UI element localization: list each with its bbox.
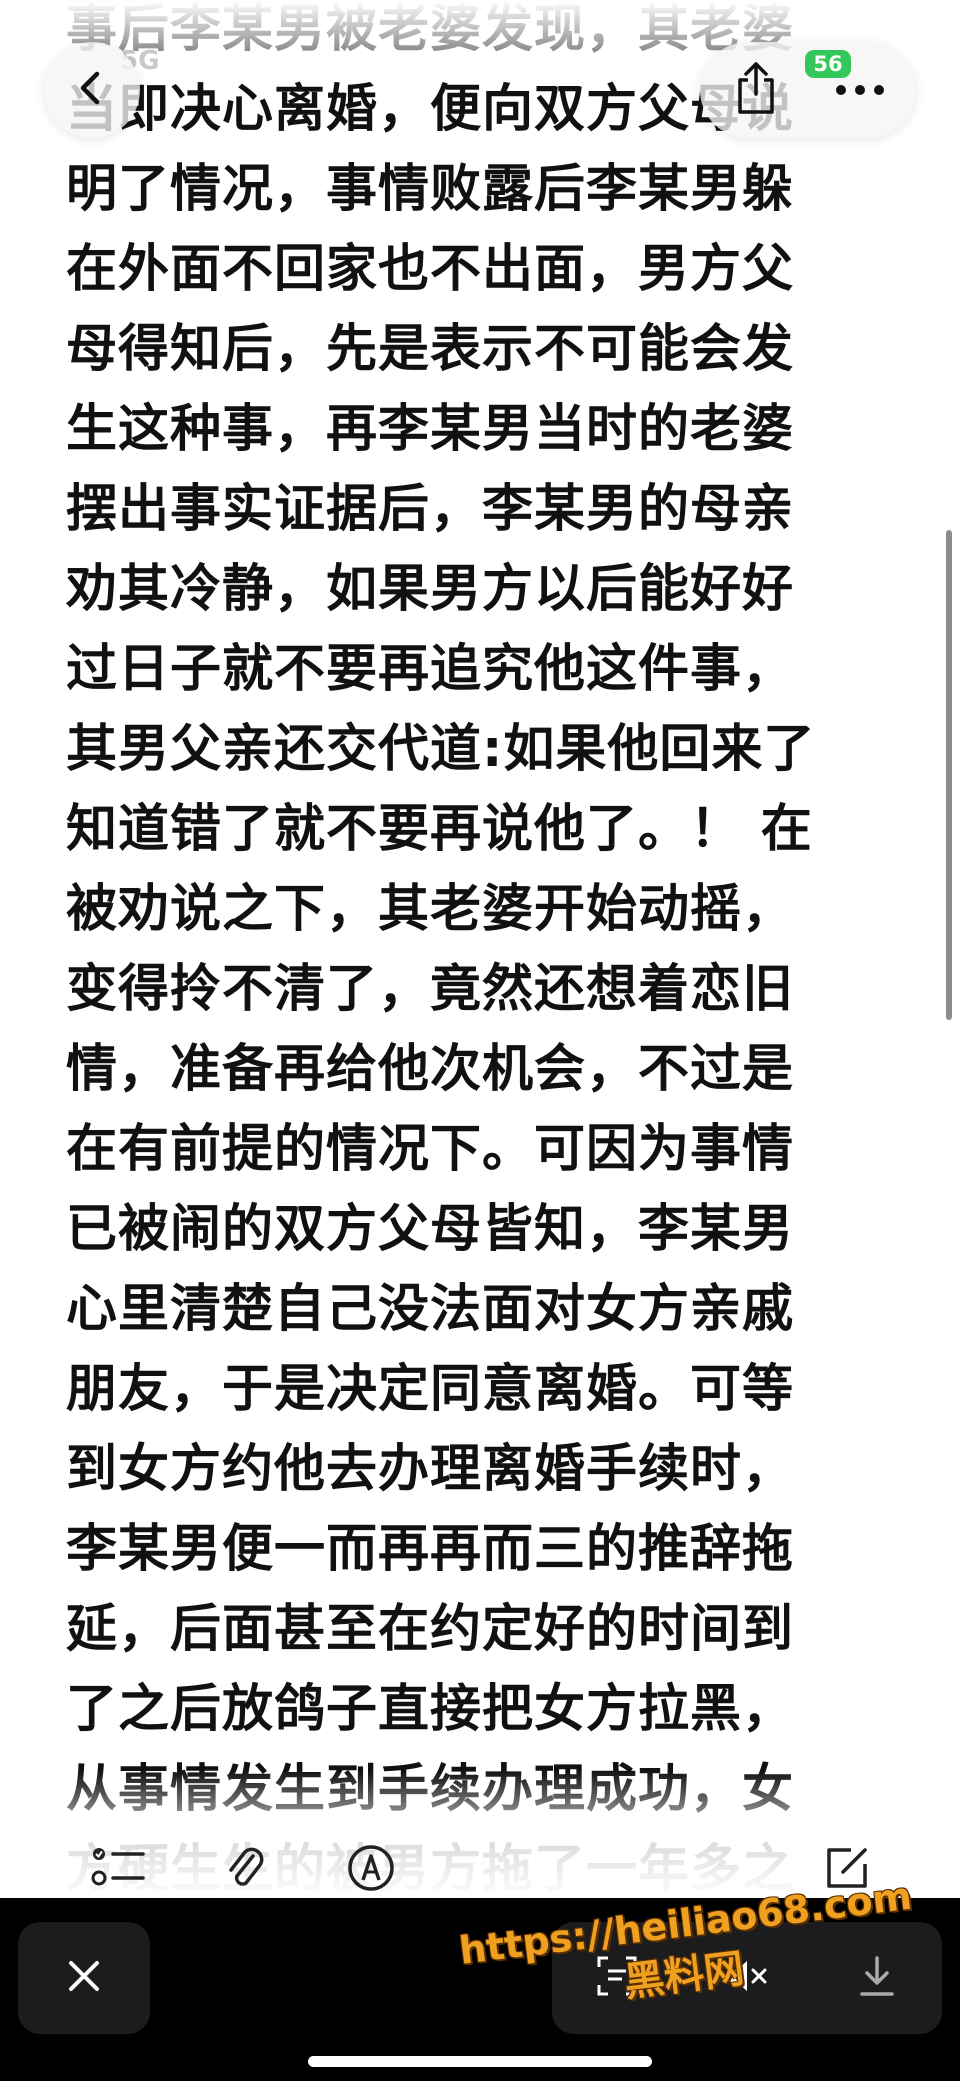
home-indicator xyxy=(308,2056,652,2067)
more-button[interactable] xyxy=(820,54,900,126)
share-button[interactable] xyxy=(720,54,792,126)
share-icon xyxy=(732,60,780,120)
checklist-button[interactable] xyxy=(84,1840,154,1900)
note-text[interactable]: 事后李某男被老婆发现，其老婆当即决心离婚，便向双方父母说明了情况，事情败露后李某… xyxy=(66,0,906,1900)
note-line: 到女方约他去办理离婚手续时， xyxy=(66,1440,795,1499)
note-line: 李某男便一而再再而三的推辞拖 xyxy=(66,1520,795,1579)
note-line: 了之后放鸽子直接把女方拉黑， xyxy=(66,1680,795,1739)
note-line: 被劝说之下，其老婆开始动摇， xyxy=(66,880,795,939)
note-line: 延，后面甚至在约定好的时间到 xyxy=(66,1600,795,1659)
scrollbar-thumb[interactable] xyxy=(946,530,952,1020)
close-icon xyxy=(66,1958,102,1998)
back-button[interactable] xyxy=(44,42,140,138)
pen-markup-icon xyxy=(345,1842,397,1898)
note-line: 明了情况，事情败露后李某男躲 xyxy=(66,160,795,219)
paperclip-icon xyxy=(223,1842,267,1898)
note-line: 摆出事实证据后，李某男的母亲 xyxy=(66,480,795,539)
note-line: 情，准备再给他次机会，不过是 xyxy=(66,1040,795,1099)
note-body[interactable]: 事后李某男被老婆发现，其老婆当即决心离婚，便向双方父母说明了情况，事情败露后李某… xyxy=(0,0,960,1900)
chevron-left-icon xyxy=(72,68,112,112)
note-line: 其男父亲还交代道:如果他回来了 xyxy=(66,720,816,779)
note-line: 母得知后，先是表示不可能会发 xyxy=(66,320,795,379)
header-actions: 56 xyxy=(700,42,916,138)
note-line: 过日子就不要再追究他这件事， xyxy=(66,640,795,699)
note-line: 心里清楚自己没法面对女方亲戚 xyxy=(66,1280,795,1339)
note-line: 变得拎不清了，竟然还想着恋旧 xyxy=(66,960,795,1019)
note-line: 在有前提的情况下。可因为事情 xyxy=(66,1120,795,1179)
close-button[interactable] xyxy=(18,1922,150,2034)
markup-button[interactable] xyxy=(336,1840,406,1900)
attach-button[interactable] xyxy=(210,1840,280,1900)
ellipsis-icon xyxy=(835,81,885,100)
note-line: 在外面不回家也不出面，男方父 xyxy=(66,240,795,299)
note-line: 朋友，于是决定同意离婚。可等 xyxy=(66,1360,795,1419)
note-line: 已被闹的双方父母皆知，李某男 xyxy=(66,1200,795,1259)
checklist-icon xyxy=(91,1846,147,1894)
note-line: 劝其冷静，如果男方以后能好好 xyxy=(66,560,795,619)
note-line: 知道错了就不要再说他了。！ 在 xyxy=(66,800,813,859)
note-line: 生这种事，再李某男当时的老婆 xyxy=(66,400,795,459)
